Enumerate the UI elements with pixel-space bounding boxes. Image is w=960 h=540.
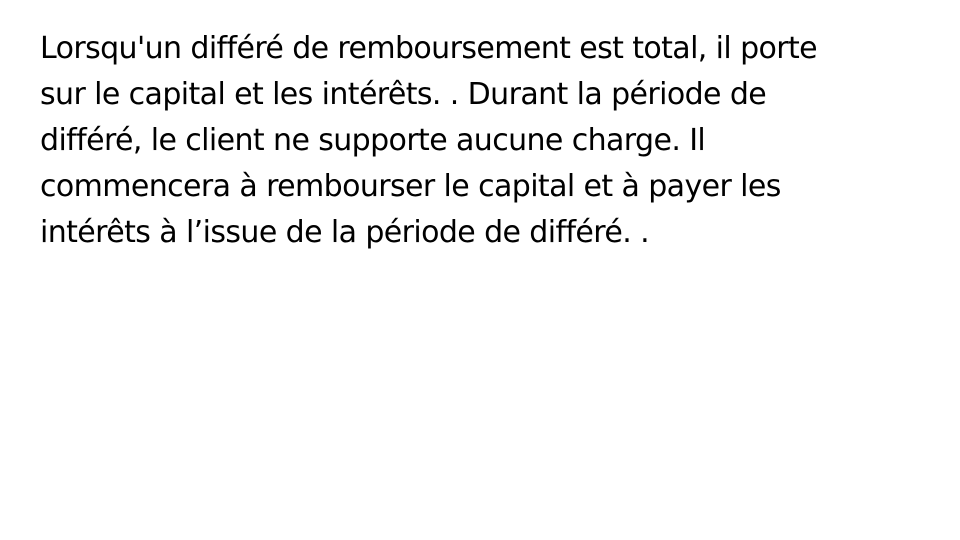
slide: Lorsqu'un différé de remboursement est t… [0, 0, 960, 540]
paragraph-line: sur le capital et les intérêts. . Durant… [40, 77, 767, 112]
paragraph-line: Lorsqu'un différé de remboursement est t… [40, 31, 818, 66]
paragraph-line: différé, le client ne supporte aucune ch… [40, 123, 706, 158]
paragraph-line: commencera à rembourser le capital et à … [40, 169, 781, 204]
paragraph-line: intérêts à l’issue de la période de diff… [40, 215, 650, 250]
body-paragraph: Lorsqu'un différé de remboursement est t… [40, 26, 920, 256]
